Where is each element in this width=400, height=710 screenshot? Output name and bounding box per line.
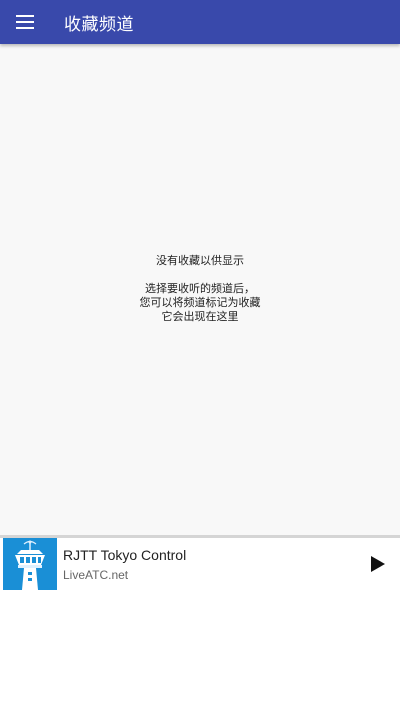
page-title: 收藏频道 [64,14,134,35]
channel-source: LiveATC.net [63,567,129,582]
empty-state-line: 选择要收听的频道后， [145,282,255,295]
play-icon [371,556,385,572]
hamburger-menu-icon [16,15,34,29]
empty-state-title: 没有收藏以供显示 [156,254,244,267]
empty-state-line: 它会出现在这里 [161,310,239,323]
now-playing-info: RJTT Tokyo Control LiveATC.net [63,546,356,583]
control-tower-icon [15,540,45,590]
channel-title: RJTT Tokyo Control [63,546,187,563]
mini-player[interactable]: RJTT Tokyo Control LiveATC.net [0,535,400,590]
empty-state-message: 没有收藏以供显示 选择要收听的频道后， 您可以将频道标记为收藏 它会出现在这里 [0,254,400,324]
favorites-screen: 收藏频道 没有收藏以供显示 选择要收听的频道后， 您可以将频道标记为收藏 它会出… [0,0,400,590]
empty-state-line: 您可以将频道标记为收藏 [139,296,261,309]
blank-area [0,590,400,710]
play-button[interactable] [356,542,400,586]
app-toolbar: 收藏频道 [0,0,400,44]
menu-button[interactable] [0,0,50,44]
channel-thumbnail [3,538,57,590]
